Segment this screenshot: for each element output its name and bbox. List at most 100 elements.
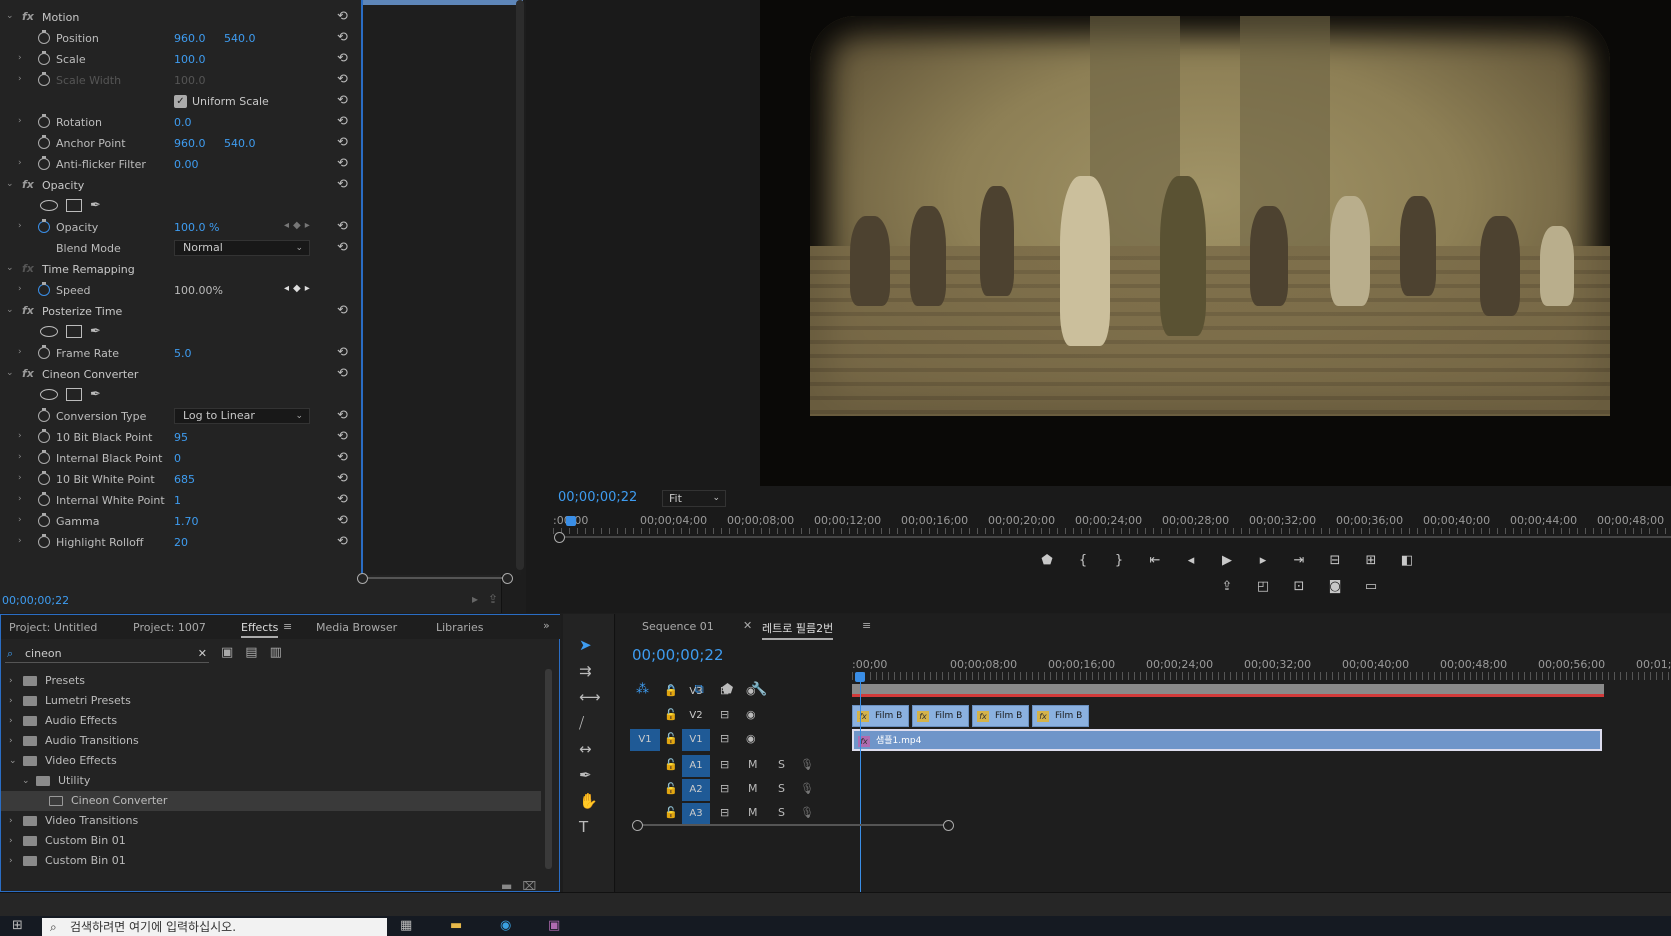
twirl-icon[interactable]: › [9, 831, 13, 851]
stopwatch-icon[interactable] [38, 135, 50, 149]
effect-row[interactable]: › Anti-flicker Filter 0.00 ⟲ [0, 154, 360, 175]
effect-row[interactable]: › Scale Width 100.0 ⟲ [0, 70, 360, 91]
property-value[interactable]: 0.0 [174, 116, 192, 129]
sync-lock-icon[interactable]: ⊟ [720, 732, 729, 745]
edge-icon[interactable]: ◉ [500, 918, 511, 933]
ellipse-mask-icon[interactable] [40, 326, 58, 337]
twirl-icon[interactable]: ⌄ [6, 305, 14, 315]
effect-row[interactable]: › Scale 100.0 ⟲ [0, 49, 360, 70]
reset-icon[interactable]: ⟲ [337, 408, 348, 423]
stopwatch-icon[interactable] [38, 114, 50, 128]
twirl-icon[interactable]: ⌄ [9, 751, 17, 771]
overflow-icon[interactable]: » [543, 619, 550, 632]
property-value[interactable]: 100.0 % [174, 221, 219, 234]
reset-icon[interactable]: ⟲ [337, 345, 348, 360]
program-playhead[interactable] [566, 516, 576, 526]
tab-libraries[interactable]: Libraries [436, 621, 484, 634]
tree-item[interactable]: ⌄ Utility [1, 771, 541, 791]
effect-row[interactable]: Anchor Point 960.0 540.0 ⟲ [0, 133, 360, 154]
effect-row[interactable]: ⌄ fx Opacity ⟲ [0, 175, 360, 196]
tab-effects[interactable]: Effects [241, 621, 279, 638]
reset-icon[interactable]: ⟲ [337, 303, 348, 318]
menu-icon[interactable]: ≡ [283, 620, 292, 633]
sync-lock-icon[interactable]: ⊟ [720, 806, 729, 819]
pen-mask-icon[interactable]: ✒ [90, 324, 101, 339]
slip-tool-icon[interactable]: ↔ [579, 740, 592, 758]
reset-icon[interactable]: ⟲ [337, 9, 348, 24]
effect-row[interactable]: › Gamma 1.70 ⟲ [0, 511, 360, 532]
clear-icon[interactable]: ✕ [198, 645, 207, 663]
effect-row[interactable]: › Rotation 0.0 ⟲ [0, 112, 360, 133]
lift-icon[interactable]: ⊟ [1324, 553, 1346, 568]
stopwatch-icon[interactable] [38, 513, 50, 527]
twirl-icon[interactable]: ⌄ [6, 11, 14, 21]
reset-icon[interactable]: ⟲ [337, 30, 348, 45]
razor-tool-icon[interactable]: ⧸ [579, 714, 584, 732]
reset-icon[interactable]: ⟲ [337, 156, 348, 171]
effect-row[interactable]: › 10 Bit White Point 685 ⟲ [0, 469, 360, 490]
go-to-out-icon[interactable]: ⇥ [1288, 553, 1310, 568]
property-value[interactable]: 0.00 [174, 158, 199, 171]
twirl-icon[interactable]: ⌄ [6, 368, 14, 378]
solo-button[interactable]: S [778, 782, 785, 795]
menu-icon[interactable]: ≡ [862, 619, 871, 632]
tree-item[interactable]: › Presets [1, 671, 541, 691]
pen-tool-icon[interactable]: ✒ [579, 766, 592, 784]
stopwatch-icon[interactable] [38, 219, 50, 233]
ripple-edit-tool-icon[interactable]: ⟷ [579, 688, 601, 706]
twirl-icon[interactable]: › [18, 116, 22, 126]
reset-icon[interactable]: ⟲ [337, 492, 348, 507]
twirl-icon[interactable]: › [18, 221, 22, 231]
twirl-icon[interactable]: ⌄ [22, 771, 30, 791]
stopwatch-icon[interactable] [38, 408, 50, 422]
effect-controls-scrollbar[interactable] [516, 0, 524, 570]
program-timecode[interactable]: 00;00;00;22 [558, 490, 637, 505]
twirl-icon[interactable]: › [18, 473, 22, 483]
stopwatch-icon[interactable] [38, 51, 50, 65]
keyframe-nav-icon[interactable]: ◂◆▸ [284, 283, 314, 294]
reset-icon[interactable]: ⟲ [337, 114, 348, 129]
file-explorer-icon[interactable]: ▬ [450, 918, 462, 933]
twirl-icon[interactable]: › [9, 851, 13, 871]
property-value[interactable]: 100.0 [174, 53, 206, 66]
rectangle-mask-icon[interactable] [66, 388, 82, 401]
track-name[interactable]: A1 [682, 755, 710, 777]
stopwatch-icon[interactable] [38, 492, 50, 506]
v1-clip[interactable]: fx 샘플1.mp4 [852, 729, 1602, 751]
twirl-icon[interactable]: › [18, 74, 22, 84]
reset-icon[interactable]: ⟲ [337, 219, 348, 234]
effect-row[interactable]: › Internal White Point 1 ⟲ [0, 490, 360, 511]
reset-icon[interactable]: ⟲ [337, 450, 348, 465]
tree-item[interactable]: › Lumetri Presets [1, 691, 541, 711]
property-value[interactable]: 5.0 [174, 347, 192, 360]
sync-lock-icon[interactable]: ⊟ [720, 782, 729, 795]
premiere-pro-icon[interactable]: ▣ [548, 918, 560, 933]
taskbar-search[interactable]: ⌕ 검색하려면 여기에 입력하십시오. [42, 918, 387, 936]
safe-margins-icon[interactable]: ◰ [1252, 579, 1274, 594]
property-value[interactable]: 95 [174, 431, 188, 444]
yuv-icon[interactable]: ▥ [270, 645, 294, 660]
step-back-icon[interactable]: ◂ [1180, 553, 1202, 568]
fx-badge[interactable]: fx [22, 304, 34, 317]
effect-row[interactable]: ⌄ fx Cineon Converter ⟲ [0, 364, 360, 385]
sync-lock-icon[interactable]: ⊟ [720, 758, 729, 771]
solo-button[interactable]: S [778, 806, 785, 819]
fx-badge[interactable]: fx [22, 10, 34, 23]
lock-icon[interactable]: 🔓 [664, 684, 678, 697]
effect-row[interactable]: › Speed 100.00% ◂◆▸ [0, 280, 360, 301]
fx-badge[interactable]: fx [22, 367, 34, 380]
tree-item[interactable]: › Custom Bin 01 [1, 831, 541, 851]
ellipse-mask-icon[interactable] [40, 200, 58, 211]
solo-button[interactable]: S [778, 758, 785, 771]
eye-icon[interactable]: ◉ [746, 684, 756, 697]
tab-project-1007[interactable]: Project: 1007 [133, 621, 206, 634]
add-marker-icon[interactable]: ⬟ [1036, 553, 1058, 568]
sync-lock-icon[interactable]: ⊟ [720, 708, 729, 721]
property-value-2[interactable]: 540.0 [224, 32, 256, 45]
timeline-timecode[interactable]: 00;00;00;22 [632, 646, 724, 664]
tab-sequence-01[interactable]: Sequence 01 [642, 620, 714, 633]
effect-controls-mini-timeline[interactable] [361, 0, 523, 575]
mark-in-icon[interactable]: { [1072, 553, 1094, 568]
v2-clip[interactable]: fx Film B [1032, 705, 1089, 727]
mic-icon[interactable]: 🎙 [800, 782, 814, 795]
